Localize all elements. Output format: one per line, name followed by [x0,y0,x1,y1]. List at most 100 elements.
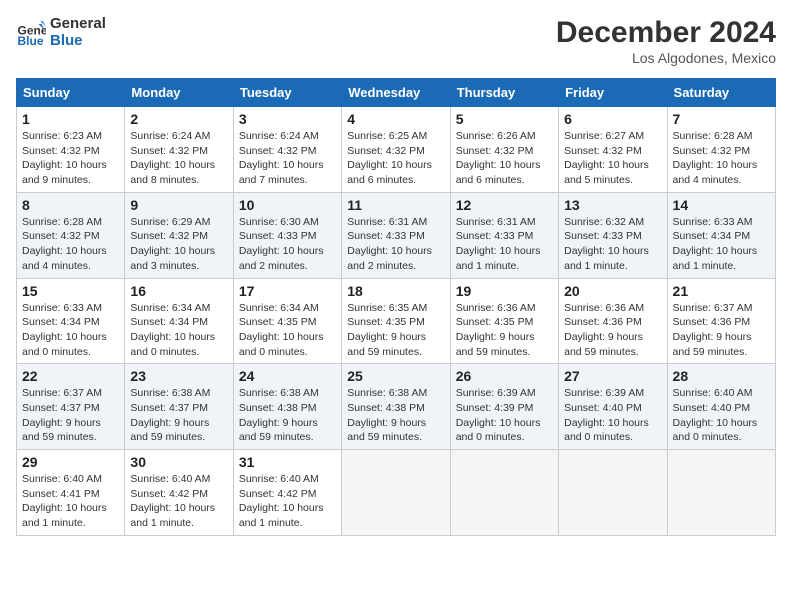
day-number: 19 [456,283,553,299]
day-info: Sunrise: 6:38 AM Sunset: 4:37 PM Dayligh… [130,386,227,445]
calendar-day: 4 Sunrise: 6:25 AM Sunset: 4:32 PM Dayli… [342,107,450,193]
day-number: 31 [239,454,336,470]
location: Los Algodones, Mexico [556,50,776,66]
day-number: 7 [673,111,770,127]
day-info: Sunrise: 6:25 AM Sunset: 4:32 PM Dayligh… [347,129,444,188]
day-number: 28 [673,368,770,384]
col-tuesday: Tuesday [233,79,341,107]
calendar-day [342,450,450,536]
calendar-week-row: 8 Sunrise: 6:28 AM Sunset: 4:32 PM Dayli… [17,192,776,278]
day-number: 4 [347,111,444,127]
calendar-day: 3 Sunrise: 6:24 AM Sunset: 4:32 PM Dayli… [233,107,341,193]
calendar-day: 28 Sunrise: 6:40 AM Sunset: 4:40 PM Dayl… [667,364,775,450]
calendar-week-row: 22 Sunrise: 6:37 AM Sunset: 4:37 PM Dayl… [17,364,776,450]
calendar-day: 29 Sunrise: 6:40 AM Sunset: 4:41 PM Dayl… [17,450,125,536]
calendar-day: 11 Sunrise: 6:31 AM Sunset: 4:33 PM Dayl… [342,192,450,278]
day-number: 29 [22,454,119,470]
day-info: Sunrise: 6:27 AM Sunset: 4:32 PM Dayligh… [564,129,661,188]
day-number: 9 [130,197,227,213]
col-friday: Friday [559,79,667,107]
day-number: 23 [130,368,227,384]
day-number: 25 [347,368,444,384]
day-number: 18 [347,283,444,299]
day-info: Sunrise: 6:32 AM Sunset: 4:33 PM Dayligh… [564,215,661,274]
day-number: 21 [673,283,770,299]
calendar-day: 18 Sunrise: 6:35 AM Sunset: 4:35 PM Dayl… [342,278,450,364]
col-saturday: Saturday [667,79,775,107]
day-number: 17 [239,283,336,299]
day-info: Sunrise: 6:33 AM Sunset: 4:34 PM Dayligh… [673,215,770,274]
day-number: 6 [564,111,661,127]
calendar-day: 14 Sunrise: 6:33 AM Sunset: 4:34 PM Dayl… [667,192,775,278]
calendar-day: 24 Sunrise: 6:38 AM Sunset: 4:38 PM Dayl… [233,364,341,450]
day-info: Sunrise: 6:40 AM Sunset: 4:42 PM Dayligh… [239,472,336,531]
day-number: 30 [130,454,227,470]
day-number: 12 [456,197,553,213]
calendar-day: 9 Sunrise: 6:29 AM Sunset: 4:32 PM Dayli… [125,192,233,278]
logo: General Blue General Blue [16,16,106,49]
calendar-day: 1 Sunrise: 6:23 AM Sunset: 4:32 PM Dayli… [17,107,125,193]
day-number: 11 [347,197,444,213]
calendar-week-row: 15 Sunrise: 6:33 AM Sunset: 4:34 PM Dayl… [17,278,776,364]
calendar-day: 16 Sunrise: 6:34 AM Sunset: 4:34 PM Dayl… [125,278,233,364]
day-number: 15 [22,283,119,299]
day-info: Sunrise: 6:39 AM Sunset: 4:40 PM Dayligh… [564,386,661,445]
day-number: 16 [130,283,227,299]
calendar-header-row: Sunday Monday Tuesday Wednesday Thursday… [17,79,776,107]
calendar-day: 12 Sunrise: 6:31 AM Sunset: 4:33 PM Dayl… [450,192,558,278]
day-number: 10 [239,197,336,213]
col-wednesday: Wednesday [342,79,450,107]
day-number: 20 [564,283,661,299]
calendar-week-row: 1 Sunrise: 6:23 AM Sunset: 4:32 PM Dayli… [17,107,776,193]
day-info: Sunrise: 6:39 AM Sunset: 4:39 PM Dayligh… [456,386,553,445]
day-info: Sunrise: 6:31 AM Sunset: 4:33 PM Dayligh… [456,215,553,274]
logo-icon: General Blue [16,18,46,48]
calendar-day: 17 Sunrise: 6:34 AM Sunset: 4:35 PM Dayl… [233,278,341,364]
calendar-day: 8 Sunrise: 6:28 AM Sunset: 4:32 PM Dayli… [17,192,125,278]
day-number: 5 [456,111,553,127]
day-info: Sunrise: 6:35 AM Sunset: 4:35 PM Dayligh… [347,301,444,360]
page-header: General Blue General Blue December 2024 … [16,16,776,66]
calendar: Sunday Monday Tuesday Wednesday Thursday… [16,78,776,536]
day-info: Sunrise: 6:24 AM Sunset: 4:32 PM Dayligh… [130,129,227,188]
day-info: Sunrise: 6:37 AM Sunset: 4:36 PM Dayligh… [673,301,770,360]
day-info: Sunrise: 6:30 AM Sunset: 4:33 PM Dayligh… [239,215,336,274]
day-info: Sunrise: 6:23 AM Sunset: 4:32 PM Dayligh… [22,129,119,188]
calendar-day: 15 Sunrise: 6:33 AM Sunset: 4:34 PM Dayl… [17,278,125,364]
calendar-day [450,450,558,536]
col-sunday: Sunday [17,79,125,107]
day-info: Sunrise: 6:34 AM Sunset: 4:34 PM Dayligh… [130,301,227,360]
day-info: Sunrise: 6:40 AM Sunset: 4:40 PM Dayligh… [673,386,770,445]
day-info: Sunrise: 6:31 AM Sunset: 4:33 PM Dayligh… [347,215,444,274]
calendar-day: 21 Sunrise: 6:37 AM Sunset: 4:36 PM Dayl… [667,278,775,364]
day-number: 3 [239,111,336,127]
day-number: 2 [130,111,227,127]
calendar-day: 5 Sunrise: 6:26 AM Sunset: 4:32 PM Dayli… [450,107,558,193]
day-number: 14 [673,197,770,213]
day-number: 27 [564,368,661,384]
calendar-day [667,450,775,536]
logo-line1: General [50,16,106,33]
calendar-day: 20 Sunrise: 6:36 AM Sunset: 4:36 PM Dayl… [559,278,667,364]
calendar-day: 31 Sunrise: 6:40 AM Sunset: 4:42 PM Dayl… [233,450,341,536]
calendar-day: 25 Sunrise: 6:38 AM Sunset: 4:38 PM Dayl… [342,364,450,450]
day-info: Sunrise: 6:37 AM Sunset: 4:37 PM Dayligh… [22,386,119,445]
day-info: Sunrise: 6:33 AM Sunset: 4:34 PM Dayligh… [22,301,119,360]
calendar-day: 13 Sunrise: 6:32 AM Sunset: 4:33 PM Dayl… [559,192,667,278]
day-info: Sunrise: 6:28 AM Sunset: 4:32 PM Dayligh… [22,215,119,274]
day-info: Sunrise: 6:38 AM Sunset: 4:38 PM Dayligh… [347,386,444,445]
day-info: Sunrise: 6:36 AM Sunset: 4:36 PM Dayligh… [564,301,661,360]
calendar-day: 6 Sunrise: 6:27 AM Sunset: 4:32 PM Dayli… [559,107,667,193]
day-info: Sunrise: 6:40 AM Sunset: 4:42 PM Dayligh… [130,472,227,531]
day-info: Sunrise: 6:38 AM Sunset: 4:38 PM Dayligh… [239,386,336,445]
day-number: 1 [22,111,119,127]
calendar-day: 30 Sunrise: 6:40 AM Sunset: 4:42 PM Dayl… [125,450,233,536]
day-info: Sunrise: 6:36 AM Sunset: 4:35 PM Dayligh… [456,301,553,360]
calendar-day: 23 Sunrise: 6:38 AM Sunset: 4:37 PM Dayl… [125,364,233,450]
day-info: Sunrise: 6:26 AM Sunset: 4:32 PM Dayligh… [456,129,553,188]
svg-text:Blue: Blue [18,34,44,48]
calendar-day: 10 Sunrise: 6:30 AM Sunset: 4:33 PM Dayl… [233,192,341,278]
calendar-day: 19 Sunrise: 6:36 AM Sunset: 4:35 PM Dayl… [450,278,558,364]
calendar-day: 27 Sunrise: 6:39 AM Sunset: 4:40 PM Dayl… [559,364,667,450]
day-info: Sunrise: 6:40 AM Sunset: 4:41 PM Dayligh… [22,472,119,531]
